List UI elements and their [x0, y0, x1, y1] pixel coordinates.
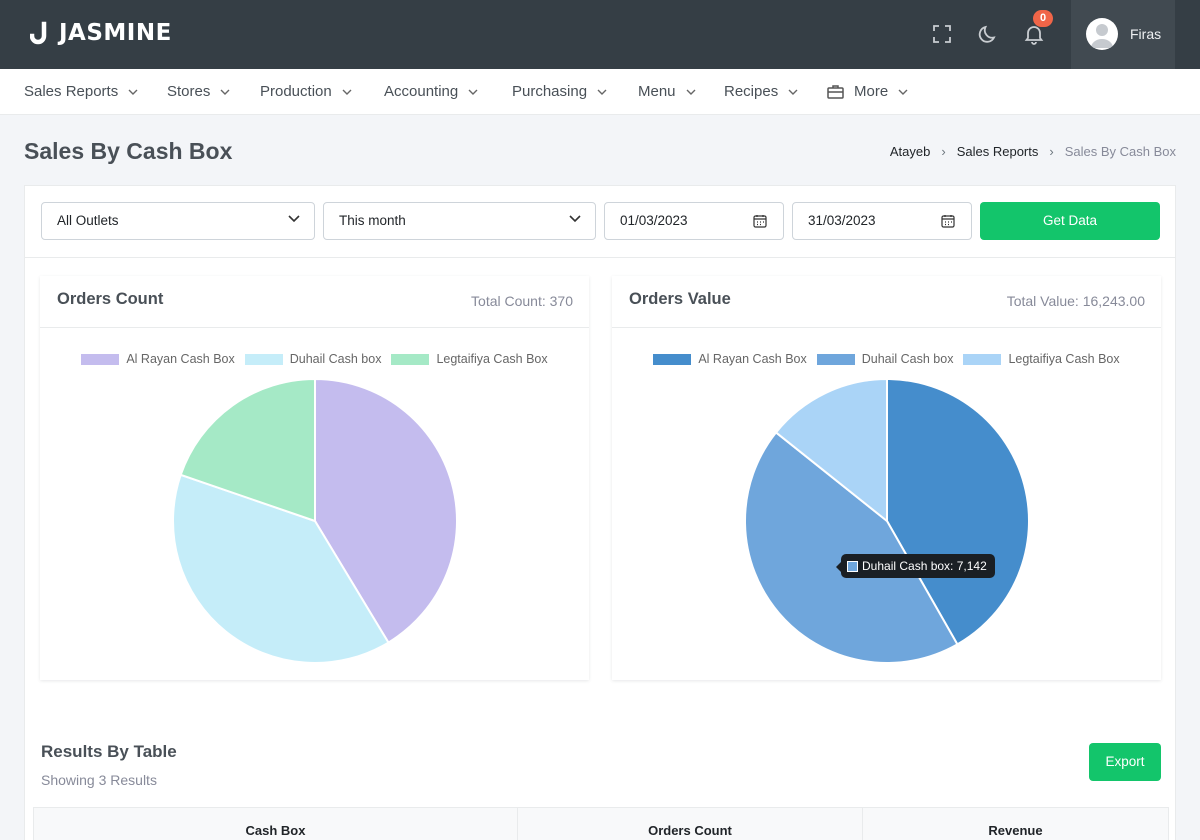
table-header-cash-box[interactable]: Cash Box [34, 808, 518, 840]
briefcase-icon [827, 85, 844, 99]
period-select-value: This month [339, 213, 406, 228]
nav-label: Stores [167, 83, 211, 100]
dark-mode-moon-icon[interactable] [977, 23, 999, 45]
avatar [1086, 18, 1118, 50]
date-to-input[interactable]: 31/03/2023 [792, 202, 972, 240]
nav-more[interactable]: More [827, 83, 908, 100]
nav-purchasing[interactable]: Purchasing [512, 83, 607, 100]
calendar-icon[interactable] [753, 214, 767, 228]
tooltip-swatch [847, 561, 858, 572]
legend-item[interactable]: Al Rayan Cash Box [81, 352, 235, 366]
nav-label: Recipes [724, 83, 779, 100]
card-header: Orders Count Total Count: 370 [40, 276, 589, 328]
chevron-down-icon [342, 89, 352, 95]
outlet-select[interactable]: All Outlets [41, 202, 315, 240]
table-header-revenue[interactable]: Revenue [863, 808, 1168, 840]
legend-swatch [244, 353, 283, 365]
breadcrumb-separator-icon: › [941, 144, 946, 159]
nav-label: Menu [638, 83, 676, 100]
breadcrumb-link-atayeb[interactable]: Atayeb [890, 144, 930, 159]
top-bar: JASMINE 0 Firas [0, 0, 1200, 69]
outlet-select-value: All Outlets [57, 213, 119, 228]
report-card: All Outlets This month 01/03/2023 31/03/… [24, 185, 1176, 840]
chevron-down-icon [288, 215, 300, 223]
card-title: Orders Value [629, 290, 731, 308]
notification-badge: 0 [1033, 10, 1053, 27]
brand-name: JASMINE [59, 20, 172, 46]
card-header: Orders Value Total Value: 16,243.00 [612, 276, 1161, 328]
nav-label: Accounting [384, 83, 459, 100]
nav-label: More [854, 83, 889, 100]
legend-item[interactable]: Legtaifiya Cash Box [391, 352, 548, 366]
card-total: Total Count: 370 [471, 293, 573, 309]
chevron-down-icon [788, 89, 798, 95]
legend-label: Legtaifiya Cash Box [1008, 352, 1120, 366]
chevron-down-icon [597, 89, 607, 95]
chevron-down-icon [468, 89, 478, 95]
main-navigation: Sales Reports Stores Production Accounti… [0, 69, 1200, 115]
legend-item[interactable]: Duhail Cash box [244, 352, 382, 366]
table-header-orders-count[interactable]: Orders Count [518, 808, 863, 840]
nav-production[interactable]: Production [260, 83, 352, 100]
orders-count-card: Orders Count Total Count: 370 Al Rayan C… [40, 276, 589, 680]
date-to-value: 31/03/2023 [808, 213, 876, 228]
legend-swatch [816, 353, 855, 365]
legend-label: Duhail Cash box [289, 352, 382, 366]
nav-menu[interactable]: Menu [638, 83, 696, 100]
breadcrumb-current: Sales By Cash Box [1064, 144, 1176, 159]
export-button[interactable]: Export [1089, 743, 1161, 781]
nav-stores[interactable]: Stores [167, 83, 230, 100]
legend-label: Legtaifiya Cash Box [436, 352, 548, 366]
results-title: Results By Table [41, 742, 177, 761]
legend-label: Al Rayan Cash Box [698, 352, 807, 366]
brand-logo[interactable]: JASMINE [29, 20, 172, 46]
legend-item[interactable]: Al Rayan Cash Box [653, 352, 807, 366]
chevron-down-icon [569, 215, 581, 223]
card-title: Orders Count [57, 290, 164, 308]
page-title: Sales By Cash Box [24, 138, 233, 164]
card-total: Total Value: 16,243.00 [1006, 293, 1145, 309]
legend-item[interactable]: Duhail Cash box [816, 352, 954, 366]
breadcrumb: Atayeb › Sales Reports › Sales By Cash B… [890, 144, 1176, 159]
tooltip-text: Duhail Cash box: 7,142 [862, 559, 987, 573]
legend-label: Al Rayan Cash Box [126, 352, 235, 366]
orders-count-pie-chart[interactable] [170, 376, 460, 666]
legend-item[interactable]: Legtaifiya Cash Box [963, 352, 1120, 366]
breadcrumb-link-sales-reports[interactable]: Sales Reports [957, 144, 1039, 159]
legend-swatch [963, 353, 1002, 365]
user-name: Firas [1130, 26, 1162, 42]
get-data-button[interactable]: Get Data [980, 202, 1160, 240]
orders-value-card: Orders Value Total Value: 16,243.00 Al R… [612, 276, 1161, 680]
nav-sales-reports[interactable]: Sales Reports [24, 83, 138, 100]
chevron-down-icon [686, 89, 696, 95]
legend-swatch [81, 353, 120, 365]
calendar-icon[interactable] [941, 214, 955, 228]
results-count: Showing 3 Results [41, 772, 157, 788]
breadcrumb-separator-icon: › [1049, 144, 1054, 159]
legend-swatch [391, 353, 430, 365]
legend-label: Duhail Cash box [861, 352, 954, 366]
nav-recipes[interactable]: Recipes [724, 83, 798, 100]
chevron-down-icon [128, 89, 138, 95]
nav-label: Production [260, 83, 332, 100]
date-from-input[interactable]: 01/03/2023 [604, 202, 784, 240]
nav-accounting[interactable]: Accounting [384, 83, 478, 100]
orders-value-pie-chart[interactable] [742, 376, 1032, 666]
chevron-down-icon [220, 89, 230, 95]
filter-bar: All Outlets This month 01/03/2023 31/03/… [25, 186, 1175, 258]
fullscreen-icon[interactable] [931, 23, 953, 45]
legend-swatch [653, 353, 692, 365]
nav-label: Purchasing [512, 83, 588, 100]
period-select[interactable]: This month [323, 202, 596, 240]
logo-mark-icon [29, 21, 50, 45]
nav-label: Sales Reports [24, 83, 119, 100]
chart-legend: Al Rayan Cash Box Duhail Cash box Legtaifi… [612, 352, 1161, 366]
chart-legend: Al Rayan Cash Box Duhail Cash box Legtaifi… [40, 352, 589, 366]
results-table: Cash Box Orders Count Revenue [33, 807, 1169, 840]
chevron-down-icon [898, 89, 908, 95]
chart-tooltip: Duhail Cash box: 7,142 [836, 554, 995, 578]
date-from-value: 01/03/2023 [620, 213, 688, 228]
user-menu[interactable]: Firas [1071, 0, 1175, 69]
